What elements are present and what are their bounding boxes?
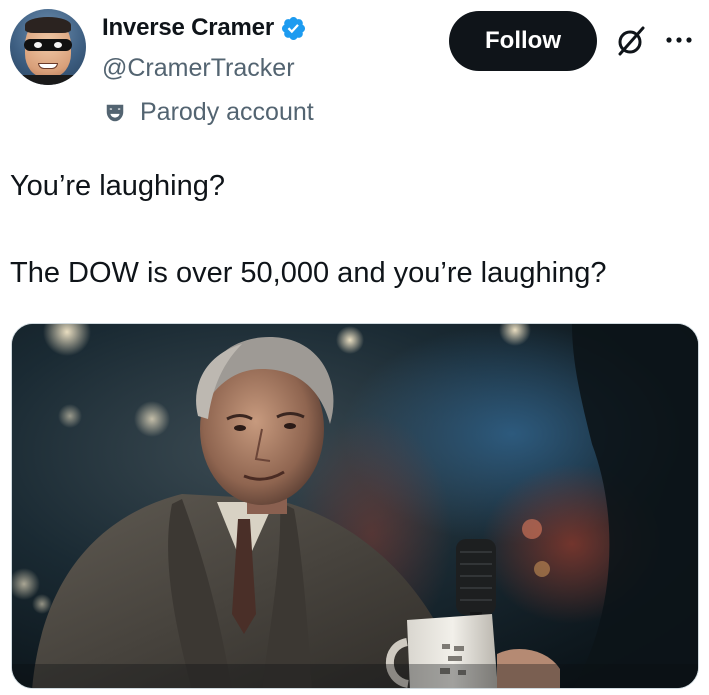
verified-badge-icon[interactable]: [280, 15, 307, 42]
parody-label-row: Parody account: [104, 98, 314, 127]
theater-mask-icon: [106, 104, 124, 121]
follow-button[interactable]: Follow: [449, 11, 597, 71]
tweet-paragraph: The DOW is over 50,000 and you’re laughi…: [10, 257, 607, 289]
avatar-mask: [24, 39, 72, 51]
avatar-eye-right: [54, 42, 62, 48]
author-display-name[interactable]: Inverse Cramer: [102, 14, 274, 42]
avatar-eye-left: [34, 42, 42, 48]
avatar-suit: [10, 75, 86, 85]
author-handle[interactable]: @CramerTracker: [102, 54, 295, 83]
tweet-text: You’re laughing? The DOW is over 50,000 …: [10, 170, 606, 289]
avatar-hair: [25, 17, 71, 33]
tweet-media-image[interactable]: [11, 323, 699, 689]
author-name-row: Inverse Cramer: [102, 14, 307, 42]
avatar-mouth: [38, 63, 58, 69]
avatar[interactable]: [10, 9, 86, 85]
media-scene: [12, 324, 698, 688]
grok-slash-circle-icon[interactable]: [614, 24, 648, 58]
tweet-paragraph: You’re laughing?: [10, 170, 226, 202]
more-dots-icon[interactable]: [664, 33, 694, 47]
parody-label: Parody account: [140, 98, 314, 126]
